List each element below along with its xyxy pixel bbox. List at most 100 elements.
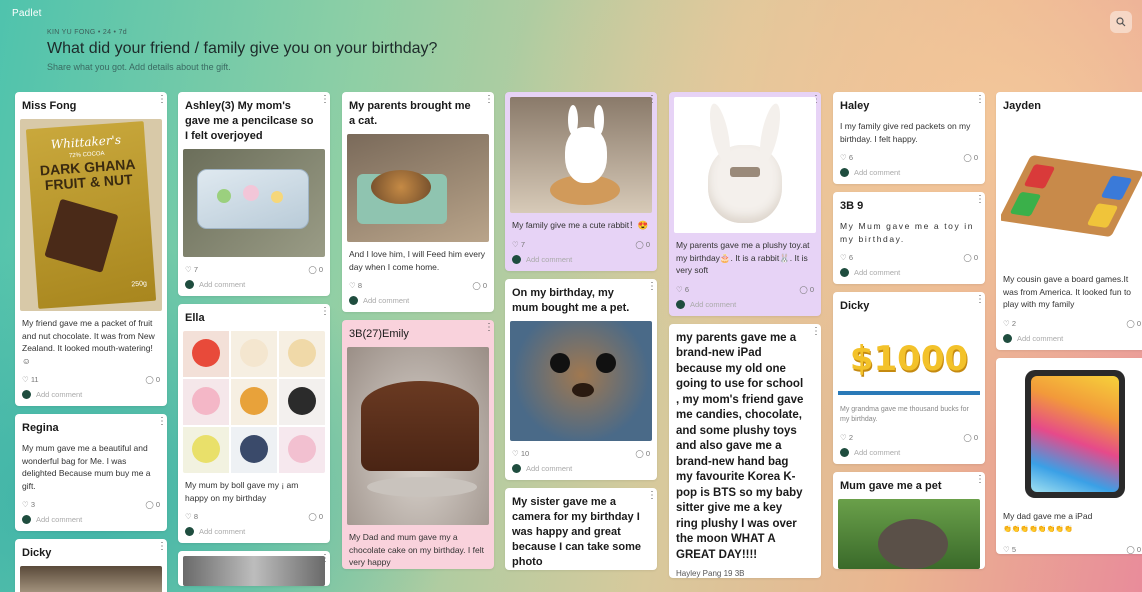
comment-count-icon[interactable]: ◯ 0 — [1126, 545, 1141, 554]
more-icon[interactable]: ⋮ — [157, 95, 167, 105]
comment-count-icon[interactable]: ◯ 0 — [308, 265, 323, 274]
like-button[interactable]: ♡ 10 — [512, 449, 529, 458]
like-button[interactable]: ♡ 11 — [22, 375, 39, 384]
add-comment[interactable]: Add comment — [15, 509, 167, 531]
add-comment[interactable]: Add comment — [505, 458, 657, 480]
like-count: 5 — [1011, 544, 1016, 554]
avatar — [840, 168, 849, 177]
add-comment[interactable]: Add comment — [342, 290, 494, 312]
comment-count: 0 — [318, 265, 323, 274]
like-button[interactable]: ♡ 7 — [512, 240, 525, 249]
comment-count-icon[interactable]: ◯ 0 — [635, 240, 650, 249]
add-comment[interactable]: Add comment — [833, 162, 985, 184]
post-card[interactable]: ⋮ My dad gave me a iPad 👏👏👏👏👏👏👏👏 ♡ 5◯ 0 — [996, 357, 1142, 554]
comment-count-icon[interactable]: ◯ 0 — [963, 433, 978, 442]
add-comment[interactable]: Add comment — [15, 384, 167, 406]
add-comment[interactable]: Add comment — [669, 294, 821, 316]
like-button[interactable]: ♡ 6 — [676, 285, 689, 294]
add-comment[interactable]: Add comment — [505, 249, 657, 271]
more-icon[interactable]: ⋮ — [647, 490, 657, 500]
more-icon[interactable]: ⋮ — [484, 323, 494, 333]
more-icon[interactable]: ⋮ — [647, 281, 657, 291]
add-comment-label: Add comment — [36, 390, 83, 399]
add-comment[interactable]: Add comment — [178, 521, 330, 543]
post-card[interactable]: ⋮ My parents gave me a plushy toy.at my … — [669, 92, 821, 316]
more-icon[interactable]: ⋮ — [975, 95, 985, 105]
post-card[interactable]: Mum gave me a pet ⋮ — [833, 472, 985, 569]
like-count: 6 — [684, 284, 689, 294]
post-card[interactable]: 3B(27)Emily ⋮ My Dad and mum gave my a c… — [342, 320, 494, 569]
post-card[interactable]: My parents brought me a cat. ⋮ And I lov… — [342, 92, 494, 312]
post-card[interactable]: Regina ⋮ My mum gave me a beautiful and … — [15, 414, 167, 531]
like-button[interactable]: ♡ 2 — [840, 433, 853, 442]
like-button[interactable]: ♡ 8 — [185, 512, 198, 521]
comment-count-icon[interactable]: ◯ 0 — [635, 449, 650, 458]
post-card[interactable]: ⋮ — [178, 551, 330, 586]
post-signature: Hayley Pang 19 3B — [676, 569, 745, 578]
post-card[interactable]: my parents gave me a brand-new iPad beca… — [669, 323, 821, 578]
more-icon[interactable]: ⋮ — [1138, 95, 1142, 105]
like-button[interactable]: ♡ 6 — [840, 253, 853, 262]
post-image — [347, 347, 489, 525]
comment-count: 0 — [1136, 318, 1141, 328]
like-count: 2 — [848, 433, 853, 442]
search-button[interactable] — [1110, 11, 1132, 33]
post-image — [674, 97, 816, 233]
money-banner: $1000 — [849, 339, 969, 379]
comment-count-icon[interactable]: ◯ 0 — [472, 281, 487, 290]
more-icon[interactable]: ⋮ — [975, 295, 985, 305]
post-card[interactable]: Ella ⋮ My mum by boll gave my ¡ am happy… — [178, 304, 330, 543]
more-icon[interactable]: ⋮ — [484, 95, 494, 105]
comment-count: 0 — [1136, 544, 1141, 554]
add-comment-label: Add comment — [854, 168, 901, 177]
padlet-logo[interactable]: Padlet — [12, 8, 42, 19]
more-icon[interactable]: ⋮ — [320, 95, 330, 105]
post-title: Haley — [840, 100, 870, 112]
column-6: Haley ⋮ I my family give red packets on … — [833, 92, 985, 577]
more-icon[interactable]: ⋮ — [975, 475, 985, 485]
add-comment-label: Add comment — [526, 254, 573, 264]
like-button[interactable]: ♡ 7 — [185, 265, 198, 274]
post-card[interactable]: Dicky ⋮ — [15, 539, 167, 592]
post-card[interactable]: Miss Fong ⋮ Whittaker's 72% COCOA DARK G… — [15, 92, 167, 406]
post-image — [1001, 119, 1142, 267]
comment-count-icon[interactable]: ◯ 0 — [963, 153, 978, 162]
add-comment[interactable]: Add comment — [996, 328, 1142, 350]
add-comment[interactable]: Add comment — [833, 442, 985, 464]
post-card[interactable]: My sister gave me a camera for my birthd… — [505, 487, 657, 570]
post-card[interactable]: ⋮ My family give me a cute rabbit！😍 ♡ 7 ◯… — [505, 92, 657, 271]
post-card[interactable]: On my birthday, my mum bought me a pet. … — [505, 278, 657, 480]
comment-count-icon[interactable]: ◯ 0 — [963, 253, 978, 262]
like-button[interactable]: ♡ 6 — [840, 153, 853, 162]
like-button[interactable]: ♡ 2 — [1003, 319, 1016, 328]
like-button[interactable]: ♡ 8 — [349, 281, 362, 290]
comment-count-icon[interactable]: ◯ 0 — [145, 375, 160, 384]
like-button[interactable]: ♡ 3 — [22, 500, 35, 509]
comment-count-icon[interactable]: ◯ 0 — [799, 285, 814, 294]
more-icon[interactable]: ⋮ — [811, 326, 821, 336]
post-card[interactable]: Haley ⋮ I my family give red packets on … — [833, 92, 985, 184]
post-card[interactable]: Ashley(3) My mom's gave me a pencilcase … — [178, 92, 330, 296]
post-card[interactable]: Dicky ⋮ $1000 My grandma gave me thousan… — [833, 292, 985, 464]
add-comment-label: Add comment — [1017, 333, 1064, 343]
avatar — [22, 515, 31, 524]
like-count: 2 — [1011, 318, 1016, 328]
avatar — [512, 254, 521, 264]
comment-count-icon[interactable]: ◯ 0 — [145, 500, 160, 509]
like-button[interactable]: ♡ 5 — [1003, 545, 1016, 554]
post-card[interactable]: Jayden ⋮ My cousin gave a board games.It… — [996, 92, 1142, 350]
avatar — [840, 448, 849, 457]
post-title: Ella — [185, 312, 205, 324]
more-icon[interactable]: ⋮ — [157, 417, 167, 427]
more-icon[interactable]: ⋮ — [320, 307, 330, 317]
add-comment[interactable]: Add comment — [833, 262, 985, 284]
comment-count-icon[interactable]: ◯ 0 — [308, 512, 323, 521]
comment-count: 0 — [482, 281, 487, 290]
comment-count-icon[interactable]: ◯ 0 — [1126, 319, 1141, 328]
more-icon[interactable]: ⋮ — [975, 195, 985, 205]
wrapper-weight: 250g — [131, 280, 148, 289]
avatar — [185, 527, 194, 536]
more-icon[interactable]: ⋮ — [157, 542, 167, 552]
add-comment[interactable]: Add comment — [178, 274, 330, 296]
post-card[interactable]: 3B 9 ⋮ My Mum gave me a toy in my birthd… — [833, 192, 985, 284]
